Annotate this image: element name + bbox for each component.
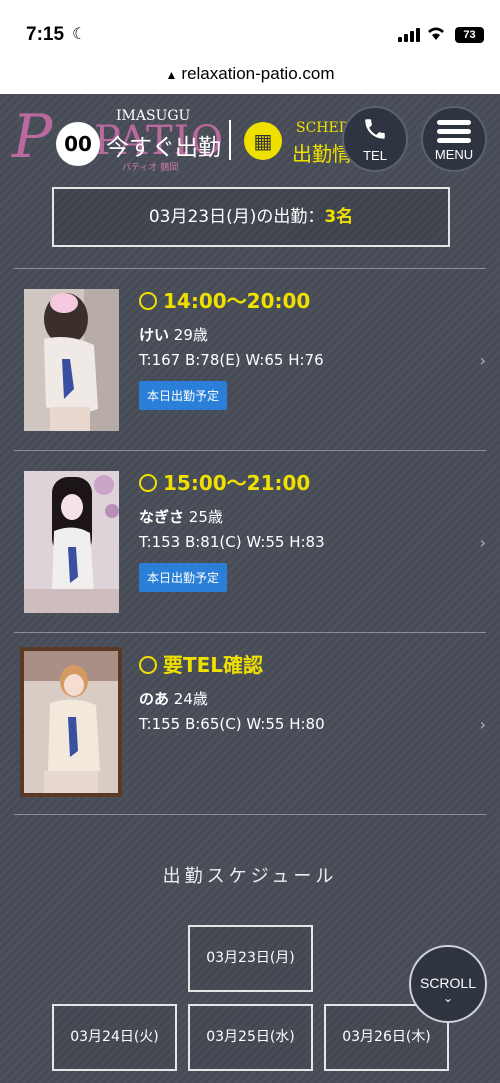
header-divider <box>229 120 231 160</box>
cast-age: 29歳 <box>173 326 208 344</box>
menu-label: MENU <box>434 147 474 162</box>
date-button[interactable]: 03月24日(火) <box>52 1004 177 1071</box>
now-jp-label: 今すぐ出勤 <box>106 135 221 161</box>
shift-time-text: 15:00〜21:00 <box>163 471 311 495</box>
cast-name-age: なぎさ 25歳 <box>139 506 459 527</box>
cast-item[interactable]: 要TEL確認 のあ 24歳 T:155 B:65(C) W:55 H:80 › <box>14 632 486 814</box>
schedule-heading: 出勤スケジュール <box>162 866 338 887</box>
summary-count: 3名 <box>324 207 354 227</box>
cast-name: なぎさ <box>139 508 185 526</box>
cast-info: 15:00〜21:00 なぎさ 25歳 T:153 B:81(C) W:55 H… <box>139 467 459 592</box>
chevron-down-icon: ⌄ <box>442 991 454 1005</box>
scroll-label: SCROLL <box>419 975 477 991</box>
cast-name: のあ <box>139 690 170 708</box>
phone-icon <box>344 116 406 148</box>
chevron-right-icon: › <box>479 533 486 552</box>
cast-shift-time: 要TEL確認 <box>139 649 459 678</box>
battery-indicator: 73 <box>455 27 484 43</box>
cast-name: けい <box>139 326 170 344</box>
cast-item[interactable]: 15:00〜21:00 なぎさ 25歳 T:153 B:81(C) W:55 H… <box>14 450 486 632</box>
cast-photo[interactable] <box>20 647 122 797</box>
attendance-summary: 03月23日(月)の出勤：3名 <box>52 187 450 247</box>
chevron-right-icon: › <box>479 715 486 734</box>
url-text: relaxation-patio.com <box>181 64 335 83</box>
cast-shift-time: 14:00〜20:00 <box>139 285 459 314</box>
cast-name-age: けい 29歳 <box>139 324 459 345</box>
menu-button[interactable]: MENU <box>421 106 487 172</box>
cast-photo[interactable] <box>24 289 119 431</box>
cast-stats: T:153 B:81(C) W:55 H:83 <box>139 533 325 551</box>
wifi-icon <box>426 25 446 46</box>
scroll-button[interactable]: SCROLL ⌄ <box>409 945 487 1023</box>
cast-age: 24歳 <box>173 690 208 708</box>
url-bar[interactable]: ▲ relaxation-patio.com <box>0 62 500 94</box>
cast-photo[interactable] <box>24 471 119 613</box>
cast-stats: T:167 B:78(E) W:65 H:76 <box>139 351 324 369</box>
status-bar: 7:15 ☾ 73 <box>0 0 500 62</box>
moon-icon: ☾ <box>72 24 87 43</box>
schedule-link[interactable]: ▦ SCHEDULE 出勤情報 <box>244 114 354 170</box>
tel-button[interactable]: TEL <box>342 106 408 172</box>
lock-icon: ▲ <box>165 68 178 82</box>
calendar-icon: ▦ <box>244 122 282 160</box>
cast-name-age: のあ 24歳 <box>139 688 459 709</box>
site-header: P PATIO パティオ 鶴岡 00 IMASUGU 今すぐ出勤 ▦ SCHED… <box>0 94 500 184</box>
clock-icon <box>139 656 157 674</box>
cast-info: 14:00〜20:00 けい 29歳 T:167 B:78(E) W:65 H:… <box>139 285 459 410</box>
status-badge: 本日出勤予定 <box>139 381 228 410</box>
now-available-link[interactable]: 00 IMASUGU 今すぐ出勤 <box>56 108 221 168</box>
date-button[interactable]: 03月25日(水) <box>188 1004 313 1071</box>
tel-label: TEL <box>363 148 387 163</box>
summary-text: 03月23日(月)の出勤： <box>148 207 325 227</box>
page-content: P PATIO パティオ 鶴岡 00 IMASUGU 今すぐ出勤 ▦ SCHED… <box>0 94 500 1083</box>
cast-info: 要TEL確認 のあ 24歳 T:155 B:65(C) W:55 H:80 <box>139 649 459 733</box>
signal-icon <box>398 28 420 42</box>
shift-time-text: 14:00〜20:00 <box>163 289 311 313</box>
now-en-label: IMASUGU <box>116 108 191 124</box>
list-divider <box>14 814 486 815</box>
now-icon: 00 <box>56 122 100 166</box>
cast-shift-time: 15:00〜21:00 <box>139 467 459 496</box>
logo-p: P <box>12 102 53 172</box>
status-time: 7:15 <box>26 24 65 45</box>
cast-item[interactable]: 14:00〜20:00 けい 29歳 T:167 B:78(E) W:65 H:… <box>14 268 486 450</box>
status-badge: 本日出勤予定 <box>139 563 228 592</box>
clock-icon <box>139 474 157 492</box>
cast-stats: T:155 B:65(C) W:55 H:80 <box>139 715 325 733</box>
cast-age: 25歳 <box>188 508 223 526</box>
chevron-right-icon: › <box>479 351 486 370</box>
date-button[interactable]: 03月23日(月) <box>188 925 313 992</box>
shift-time-text: 要TEL確認 <box>163 653 264 677</box>
clock-icon <box>139 292 157 310</box>
hamburger-icon <box>437 120 471 143</box>
